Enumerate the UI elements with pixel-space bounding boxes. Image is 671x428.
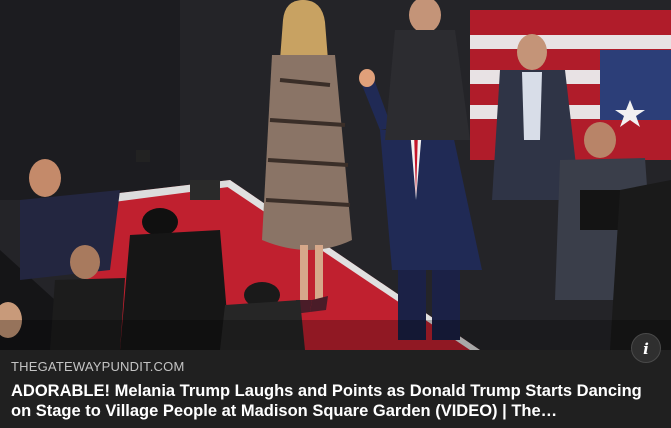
caption-bar[interactable]: THEGATEWAYPUNDIT.COM ADORABLE! Melania T… [0,350,671,428]
source-domain: THEGATEWAYPUNDIT.COM [11,359,185,374]
stage-scene [0,0,671,350]
article-photo[interactable] [0,0,671,350]
news-card[interactable]: THEGATEWAYPUNDIT.COM ADORABLE! Melania T… [0,0,671,428]
article-headline-link[interactable]: ADORABLE! Melania Trump Laughs and Point… [11,381,651,421]
info-icon[interactable]: i [631,333,661,363]
